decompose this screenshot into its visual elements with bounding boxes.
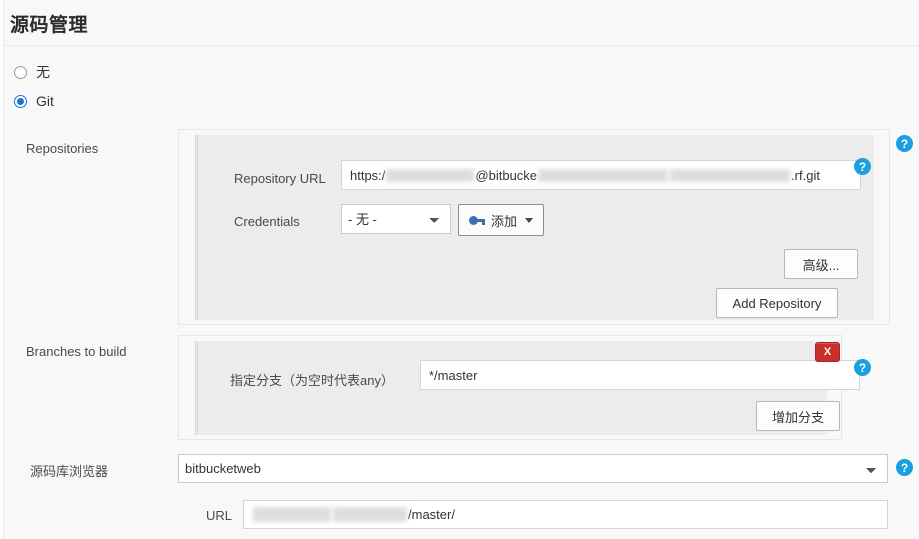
redacted-segment bbox=[253, 507, 331, 522]
help-icon-repositories[interactable]: ? bbox=[896, 135, 913, 152]
scm-config-page: 源码管理 无 Git Repositories Repository URL h… bbox=[0, 0, 919, 539]
repository-url-label: Repository URL bbox=[234, 171, 326, 186]
row-label-repositories: Repositories bbox=[26, 141, 99, 156]
repo-browser-url-label: URL bbox=[206, 508, 233, 523]
credentials-label: Credentials bbox=[234, 214, 300, 229]
row-label-branches: Branches to build bbox=[26, 344, 127, 359]
radio-indicator-none[interactable] bbox=[14, 65, 27, 79]
help-icon-branches[interactable]: ? bbox=[854, 359, 871, 376]
add-credentials-label: 添加 bbox=[490, 213, 517, 229]
repo-browser-url-input[interactable]: /master/ bbox=[243, 500, 888, 529]
branch-entry-panel: 指定分支（为空时代表any） */master 增加分支 bbox=[195, 341, 860, 435]
repository-url-value-part-1: https:/ bbox=[350, 167, 386, 183]
redacted-segment bbox=[538, 168, 669, 182]
repo-browser-select[interactable]: bitbucketweb bbox=[178, 454, 888, 483]
repositories-block: Repository URL https:/ @bitbucke .rf.git… bbox=[178, 129, 890, 325]
redacted-segment bbox=[670, 168, 791, 182]
advanced-button-label: 高级... bbox=[802, 257, 840, 273]
add-credentials-button[interactable]: 添加 bbox=[458, 204, 544, 236]
section-header: 源码管理 bbox=[0, 0, 919, 46]
radio-option-none[interactable]: 无 bbox=[14, 62, 50, 82]
add-repository-label: Add Repository bbox=[732, 295, 822, 311]
branches-block: 指定分支（为空时代表any） */master 增加分支 bbox=[178, 335, 860, 440]
radio-label-git: Git bbox=[36, 93, 54, 109]
radio-indicator-git[interactable] bbox=[14, 94, 27, 108]
add-branch-label: 增加分支 bbox=[771, 409, 824, 425]
advanced-button[interactable]: 高级... bbox=[784, 249, 858, 279]
row-label-repo-browser: 源码库浏览器 bbox=[30, 464, 109, 479]
redacted-segment bbox=[333, 507, 407, 522]
radio-label-none: 无 bbox=[36, 64, 50, 80]
help-icon-repository-url[interactable]: ? bbox=[854, 158, 871, 175]
delete-branch-button[interactable]: X bbox=[815, 342, 840, 362]
repository-url-value-part-2: @bitbucke bbox=[475, 167, 538, 183]
chevron-down-icon bbox=[525, 217, 533, 223]
radio-option-git[interactable]: Git bbox=[14, 93, 54, 109]
credentials-select[interactable]: - 无 - bbox=[341, 204, 451, 234]
page-title: 源码管理 bbox=[10, 15, 89, 36]
add-branch-button[interactable]: 增加分支 bbox=[756, 401, 840, 431]
repository-url-value-part-3: .rf.git bbox=[791, 167, 820, 183]
key-icon bbox=[469, 215, 485, 226]
redacted-segment bbox=[386, 168, 475, 182]
repo-browser-url-value: /master/ bbox=[408, 507, 455, 522]
help-icon-repo-browser[interactable]: ? bbox=[896, 459, 913, 476]
branch-spec-input[interactable]: */master bbox=[420, 360, 860, 390]
page-left-gutter bbox=[0, 0, 4, 539]
branch-spec-label: 指定分支（为空时代表any） bbox=[230, 373, 394, 388]
repository-url-input[interactable]: https:/ @bitbucke .rf.git bbox=[341, 160, 861, 190]
add-repository-button[interactable]: Add Repository bbox=[716, 288, 838, 318]
branch-spec-value: */master bbox=[429, 367, 478, 383]
